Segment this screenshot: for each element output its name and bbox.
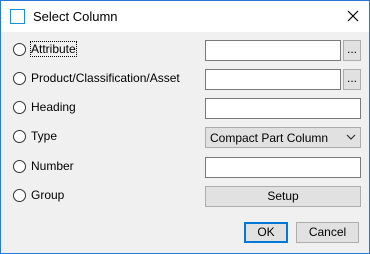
window-icon — [10, 9, 25, 24]
number-label[interactable]: Number — [31, 159, 74, 173]
select-column-dialog: Select Column Attribute ... Product/Clas… — [0, 0, 370, 254]
dialog-title: Select Column — [33, 9, 118, 24]
group-label[interactable]: Group — [31, 188, 64, 202]
heading-label[interactable]: Heading — [31, 100, 76, 114]
chevron-down-icon — [346, 134, 356, 140]
title-bar: Select Column — [1, 1, 369, 32]
cancel-button[interactable]: Cancel — [296, 222, 359, 243]
close-button[interactable] — [337, 1, 369, 32]
product-radio[interactable] — [13, 72, 26, 85]
product-label[interactable]: Product/Classification/Asset — [31, 71, 180, 85]
attribute-radio[interactable] — [13, 43, 26, 56]
type-selected-value: Compact Part Column — [210, 131, 329, 145]
type-select[interactable]: Compact Part Column — [205, 127, 361, 148]
product-field[interactable] — [205, 69, 341, 90]
attribute-field[interactable] — [205, 40, 341, 61]
heading-radio[interactable] — [13, 101, 26, 114]
close-icon — [347, 10, 359, 22]
dialog-body: Attribute ... Product/Classification/Ass… — [1, 32, 369, 253]
number-radio[interactable] — [13, 160, 26, 173]
setup-button[interactable]: Setup — [205, 186, 361, 207]
group-radio[interactable] — [13, 189, 26, 202]
attribute-browse-button[interactable]: ... — [343, 40, 361, 61]
type-radio[interactable] — [13, 130, 26, 143]
number-field[interactable] — [205, 157, 361, 178]
product-browse-button[interactable]: ... — [343, 69, 361, 90]
attribute-label[interactable]: Attribute — [30, 41, 77, 57]
heading-field[interactable] — [205, 98, 361, 119]
type-label[interactable]: Type — [31, 129, 57, 143]
ok-button[interactable]: OK — [244, 222, 288, 243]
